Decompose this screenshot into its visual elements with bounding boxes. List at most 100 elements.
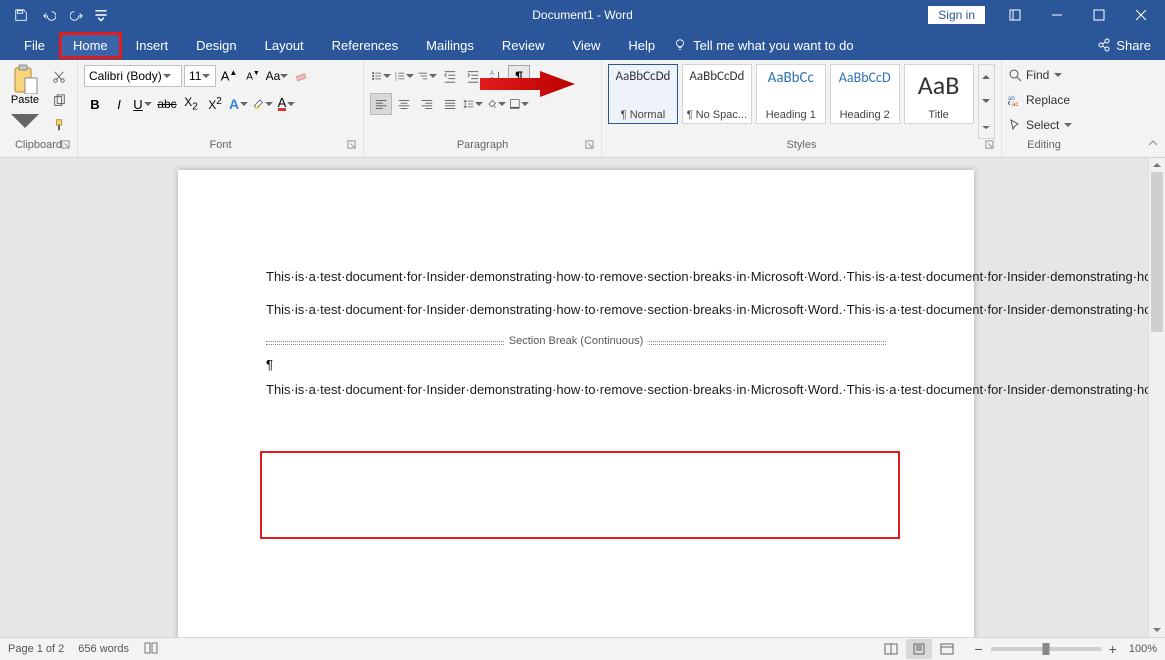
style-title[interactable]: AaBTitle (904, 64, 974, 124)
find-button[interactable]: Find (1008, 64, 1073, 86)
paragraph[interactable]: This·is·a·test·document·for·Insider·demo… (266, 268, 886, 287)
style-heading-1[interactable]: AaBbCcHeading 1 (756, 64, 826, 124)
status-bar: Page 1 of 2 656 words − + 100% (0, 637, 1165, 660)
paste-button[interactable]: Paste (6, 64, 44, 136)
grow-font-button[interactable]: A▲ (218, 65, 240, 87)
book-icon (143, 641, 159, 655)
copy-button[interactable] (48, 90, 70, 112)
font-dialog-launcher[interactable] (345, 140, 357, 152)
subscript-button[interactable]: X2 (180, 93, 202, 115)
section-break[interactable]: Section Break (Continuous) (266, 334, 886, 352)
clipboard-dialog-launcher[interactable] (59, 140, 71, 152)
collapse-ribbon-button[interactable] (1147, 136, 1159, 154)
undo-icon[interactable] (36, 2, 62, 28)
tab-design[interactable]: Design (182, 32, 250, 59)
close-button[interactable] (1121, 0, 1161, 30)
strikethrough-button[interactable]: abc (156, 93, 178, 115)
style-normal[interactable]: AaBbCcDd¶ Normal (608, 64, 678, 124)
font-color-button[interactable]: A (276, 93, 298, 115)
bullets-button[interactable] (370, 65, 392, 87)
maximize-button[interactable] (1079, 0, 1119, 30)
multilevel-list-button[interactable] (416, 65, 438, 87)
line-spacing-button[interactable] (462, 93, 484, 115)
qat-customize-icon[interactable] (92, 2, 110, 28)
sign-in-button[interactable]: Sign in (928, 6, 985, 24)
style-heading-2[interactable]: AaBbCcDHeading 2 (830, 64, 900, 124)
paragraph-dialog-launcher[interactable] (583, 140, 595, 152)
align-left-button[interactable] (370, 93, 392, 115)
tab-insert[interactable]: Insert (122, 32, 183, 59)
replace-button[interactable]: abacReplace (1008, 89, 1073, 111)
underline-button[interactable]: U (132, 93, 154, 115)
lightbulb-icon (673, 38, 687, 52)
zoom-in-button[interactable]: + (1109, 641, 1117, 657)
share-button[interactable]: Share (1097, 38, 1151, 53)
styles-expand[interactable] (979, 114, 994, 138)
redo-icon[interactable] (64, 2, 90, 28)
align-center-button[interactable] (393, 93, 415, 115)
tab-layout[interactable]: Layout (251, 32, 318, 59)
style-no-spacing[interactable]: AaBbCcDd¶ No Spac... (682, 64, 752, 124)
bold-button[interactable]: B (84, 93, 106, 115)
tab-review[interactable]: Review (488, 32, 559, 59)
styles-dialog-launcher[interactable] (983, 140, 995, 152)
paragraph[interactable]: This·is·a·test·document·for·Insider·demo… (266, 381, 886, 400)
zoom-out-button[interactable]: − (974, 641, 982, 657)
borders-button[interactable] (508, 93, 530, 115)
decrease-indent-button[interactable] (439, 65, 461, 87)
tab-file[interactable]: File (10, 32, 59, 59)
save-icon[interactable] (8, 2, 34, 28)
change-case-button[interactable]: Aa (266, 65, 288, 87)
numbering-button[interactable]: 123 (393, 65, 415, 87)
tab-home[interactable]: Home (59, 32, 122, 59)
print-layout-button[interactable] (906, 639, 932, 659)
paragraph[interactable]: This·is·a·test·document·for·Insider·demo… (266, 301, 886, 320)
select-button[interactable]: Select (1008, 114, 1073, 136)
sort-icon: AZ (489, 69, 503, 83)
paint-bucket-icon (486, 97, 498, 111)
tab-references[interactable]: References (318, 32, 412, 59)
sort-button[interactable]: AZ (485, 65, 507, 87)
ribbon-display-options-icon[interactable] (995, 0, 1035, 30)
justify-button[interactable] (439, 93, 461, 115)
show-hide-paragraph-marks-button[interactable]: ¶ (508, 65, 530, 87)
outdent-icon (443, 69, 457, 83)
page-number-status[interactable]: Page 1 of 2 (8, 643, 64, 655)
tell-me-search[interactable]: Tell me what you want to do (673, 38, 853, 53)
font-name-combo[interactable]: Calibri (Body) (84, 65, 182, 87)
web-layout-button[interactable] (934, 639, 960, 659)
title-bar: Document1 - Word Sign in (0, 0, 1165, 30)
increase-indent-button[interactable] (462, 65, 484, 87)
align-right-button[interactable] (416, 93, 438, 115)
annotation-highlight (260, 451, 900, 539)
styles-scroll-down[interactable] (979, 89, 994, 113)
scroll-thumb[interactable] (1151, 172, 1163, 332)
read-mode-button[interactable] (878, 639, 904, 659)
tab-view[interactable]: View (558, 32, 614, 59)
zoom-level[interactable]: 100% (1129, 643, 1157, 655)
styles-scroll-up[interactable] (979, 65, 994, 89)
font-size-combo[interactable]: 11 (184, 65, 216, 87)
word-count-status[interactable]: 656 words (78, 643, 129, 655)
cut-button[interactable] (48, 66, 70, 88)
highlight-button[interactable] (252, 93, 274, 115)
vertical-scrollbar[interactable] (1148, 158, 1165, 637)
group-font-label: Font (209, 139, 231, 151)
tab-help[interactable]: Help (614, 32, 669, 59)
clear-formatting-button[interactable] (290, 65, 312, 87)
italic-button[interactable]: I (108, 93, 130, 115)
document-area[interactable]: This·is·a·test·document·for·Insider·demo… (0, 158, 1148, 637)
scroll-down-button[interactable] (1149, 623, 1165, 637)
format-painter-button[interactable] (48, 114, 70, 136)
zoom-slider[interactable] (991, 647, 1101, 651)
page[interactable]: This·is·a·test·document·for·Insider·demo… (178, 170, 974, 637)
text-effects-button[interactable]: A (228, 93, 250, 115)
paragraph-mark[interactable]: ¶ (266, 356, 886, 375)
minimize-button[interactable] (1037, 0, 1077, 30)
shrink-font-button[interactable]: A▼ (242, 65, 264, 87)
spellcheck-status[interactable] (143, 641, 159, 658)
shading-button[interactable] (485, 93, 507, 115)
superscript-button[interactable]: X2 (204, 93, 226, 115)
tab-mailings[interactable]: Mailings (412, 32, 488, 59)
scroll-up-button[interactable] (1149, 158, 1165, 172)
